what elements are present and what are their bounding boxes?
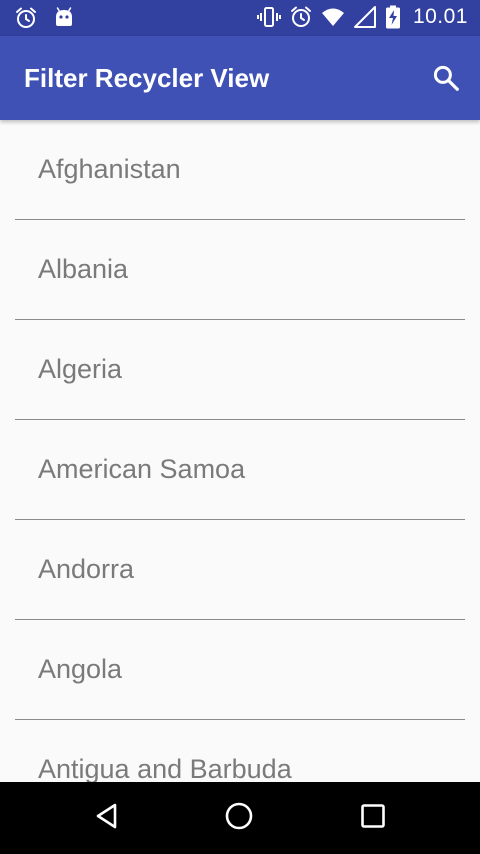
list-item-label: Antigua and Barbuda xyxy=(38,754,292,782)
screen: 10.01 Filter Recycler View Afghanistan A… xyxy=(0,0,480,854)
list-item[interactable]: Afghanistan xyxy=(0,120,480,220)
status-left-icons xyxy=(14,6,76,30)
vibrate-icon xyxy=(256,5,281,29)
list-item-label: Albania xyxy=(38,254,129,284)
battery-charging-icon xyxy=(385,5,401,29)
list-item-label: Angola xyxy=(38,654,123,684)
recents-icon[interactable] xyxy=(360,803,386,834)
wifi-icon xyxy=(321,5,345,29)
search-button[interactable] xyxy=(428,60,464,96)
home-icon[interactable] xyxy=(224,801,254,836)
search-icon[interactable] xyxy=(431,63,461,93)
status-right-icons: 10.01 xyxy=(256,5,468,29)
app-title: Filter Recycler View xyxy=(24,63,270,93)
back-icon[interactable] xyxy=(93,802,121,835)
back-button[interactable] xyxy=(89,800,125,836)
list-item[interactable]: Albania xyxy=(0,220,480,320)
alarm-icon xyxy=(14,6,38,30)
list-item-label: Algeria xyxy=(38,354,123,384)
signal-icon xyxy=(353,5,377,29)
list-item[interactable]: Andorra xyxy=(0,520,480,620)
list-item[interactable]: Algeria xyxy=(0,320,480,420)
status-bar: 10.01 xyxy=(0,0,480,36)
list-item[interactable]: Angola xyxy=(0,620,480,720)
list-item[interactable]: American Samoa xyxy=(0,420,480,520)
recents-button[interactable] xyxy=(355,800,391,836)
country-list[interactable]: Afghanistan Albania Algeria American Sam… xyxy=(0,120,480,782)
list-item[interactable]: Antigua and Barbuda xyxy=(0,720,480,782)
navigation-bar xyxy=(0,782,480,854)
status-time: 10.01 xyxy=(412,5,468,28)
alarm-icon xyxy=(289,5,313,29)
list-item-label: American Samoa xyxy=(38,454,246,484)
android-notification-icon xyxy=(52,6,76,30)
list-item-label: Afghanistan xyxy=(38,154,181,184)
app-bar: Filter Recycler View xyxy=(0,36,480,120)
list-item-label: Andorra xyxy=(38,554,135,584)
home-button[interactable] xyxy=(221,800,257,836)
